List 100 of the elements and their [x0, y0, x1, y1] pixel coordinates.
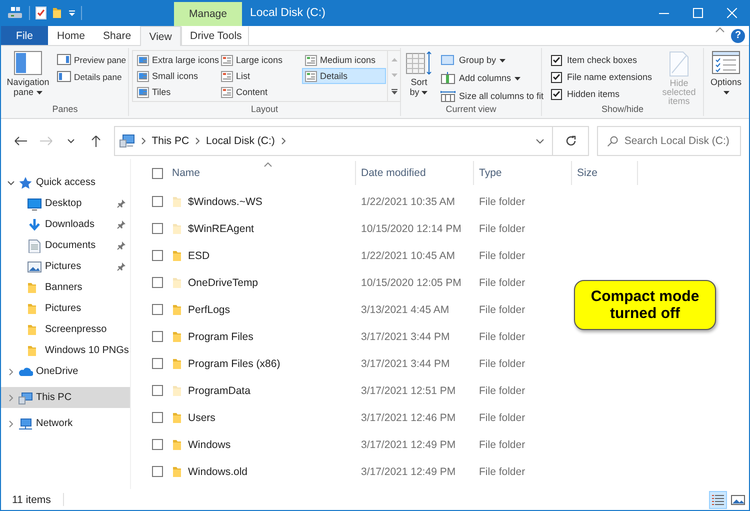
file-name[interactable]: Users [188, 412, 216, 424]
chevron-right-icon[interactable] [6, 368, 14, 376]
pin-icon[interactable] [117, 220, 126, 229]
layout-option[interactable]: Tiles [134, 84, 218, 100]
file-name[interactable]: Windows.old [188, 466, 248, 478]
checkbox[interactable] [152, 466, 163, 477]
nav-pane-item[interactable]: Downloads [1, 214, 130, 235]
chevron-down-icon[interactable] [6, 178, 14, 186]
nav-pane-item[interactable]: Pictures [1, 256, 130, 277]
nav-pane-item[interactable]: Network [1, 413, 130, 434]
layout-option[interactable]: List [218, 68, 302, 84]
file-name[interactable]: PerfLogs [188, 304, 230, 316]
chevron-right-icon[interactable] [280, 137, 286, 145]
file-type: File folder [479, 222, 526, 234]
view-command-button[interactable]: Group by [437, 52, 547, 68]
checkbox[interactable] [152, 277, 163, 288]
nav-pane-item[interactable]: Documents [1, 235, 130, 256]
checkbox-label: File name extensions [567, 72, 652, 82]
file-name[interactable]: $WinREAgent [188, 222, 254, 234]
nav-pane-item[interactable]: Desktop [1, 193, 130, 214]
file-name[interactable]: ESD [188, 250, 210, 262]
checkbox[interactable] [551, 88, 562, 100]
file-name[interactable]: $Windows.~WS [188, 196, 262, 208]
search-input[interactable]: Search Local Disk (C:) [624, 135, 734, 147]
search-box[interactable]: Search Local Disk (C:) [597, 126, 741, 156]
pin-icon[interactable] [117, 262, 126, 271]
checkbox[interactable] [152, 304, 163, 315]
checkbox[interactable] [152, 196, 163, 207]
document-check-icon[interactable] [35, 6, 47, 20]
checkbox[interactable] [152, 439, 163, 450]
nav-pane-item[interactable]: Windows 10 PNGs [1, 340, 130, 361]
sort-icon [406, 51, 432, 75]
checkbox[interactable] [152, 412, 163, 423]
nav-pane-item[interactable]: Banners [1, 277, 130, 298]
nav-pane-item[interactable]: OneDrive [1, 361, 130, 382]
back-arrow-icon[interactable] [14, 134, 28, 148]
file-name[interactable]: Program Files [188, 330, 254, 342]
nav-pane-item[interactable]: Screenpresso [1, 319, 130, 340]
pane-button[interactable]: Preview pane [54, 52, 130, 67]
layout-option[interactable]: Large icons [218, 52, 302, 68]
caret-icon[interactable] [68, 9, 76, 17]
column-icon [440, 90, 456, 102]
options-button[interactable]: Options [707, 49, 745, 97]
computer-icon [118, 134, 135, 148]
chevron-right-icon[interactable] [140, 137, 146, 145]
layout-option[interactable]: Details [302, 68, 386, 84]
checkbox[interactable] [551, 72, 562, 82]
checkbox[interactable] [152, 385, 163, 396]
layout-option[interactable]: Extra large icons [134, 52, 218, 68]
layout-option[interactable]: Medium icons [302, 52, 386, 68]
nav-pane-item[interactable]: This PC [1, 387, 130, 408]
checkbox[interactable] [152, 168, 163, 178]
refresh-icon[interactable] [564, 135, 577, 147]
file-menu-button[interactable]: File [1, 26, 48, 45]
breadcrumb[interactable]: This PC [152, 134, 190, 148]
help-button[interactable]: ? [731, 28, 745, 42]
expand-gallery-icon[interactable] [390, 89, 398, 96]
date-modified: 3/17/2021 12:49 PM [361, 466, 456, 478]
view-command-button[interactable]: Add columns [437, 70, 547, 86]
checkbox[interactable] [152, 250, 163, 261]
column-header[interactable]: Size [577, 161, 637, 185]
file-type: File folder [479, 276, 526, 288]
chevron-right-icon[interactable] [6, 394, 14, 402]
checkbox[interactable] [152, 331, 163, 342]
chevron-up-icon[interactable] [715, 26, 725, 34]
layout-option[interactable]: Content [218, 84, 302, 100]
chevron-down-icon[interactable] [536, 138, 544, 144]
layout-option[interactable]: Small icons [134, 68, 218, 84]
pane-button[interactable]: Details pane [54, 69, 130, 84]
drive-icon[interactable] [7, 6, 24, 20]
breadcrumb[interactable]: Local Disk (C:) [206, 134, 275, 148]
nav-pane-item[interactable]: Quick access [1, 172, 130, 193]
view-toggle-button[interactable] [709, 490, 727, 508]
navigation-pane-button[interactable]: Navigation pane [5, 49, 51, 99]
caret-icon [722, 90, 730, 95]
checkbox[interactable] [551, 54, 562, 66]
ribbon-tab[interactable]: View [140, 26, 182, 46]
file-name[interactable]: Program Files (x86) [188, 358, 280, 370]
callout: Compact mode turned off [574, 280, 716, 330]
pin-icon[interactable] [117, 199, 126, 208]
file-name[interactable]: ProgramData [188, 384, 250, 396]
file-name[interactable]: Windows [188, 438, 231, 450]
chevron-right-icon[interactable] [6, 420, 14, 428]
checkbox[interactable] [152, 223, 163, 234]
chevron-right-icon[interactable] [195, 137, 200, 145]
folder-icon[interactable] [52, 6, 63, 20]
file-name[interactable]: OneDriveTemp [188, 276, 258, 288]
maximize-icon[interactable] [693, 8, 703, 18]
pin-icon[interactable] [117, 241, 126, 250]
checkbox[interactable] [152, 358, 163, 369]
view-command-button[interactable]: Size all columns to fit [437, 88, 547, 104]
column-header[interactable]: Type [479, 161, 571, 185]
address-bar[interactable]: This PC Local Disk (C:) [114, 126, 590, 156]
caret-icon [36, 90, 43, 96]
ribbon-tab[interactable]: Drive Tools [181, 26, 250, 45]
column-header[interactable]: Date modified [361, 161, 473, 185]
column-header[interactable]: Name [172, 161, 355, 185]
close-icon[interactable] [727, 8, 737, 18]
sort-by-button[interactable]: Sort by [404, 49, 434, 99]
nav-pane-item[interactable]: Pictures [1, 298, 130, 319]
